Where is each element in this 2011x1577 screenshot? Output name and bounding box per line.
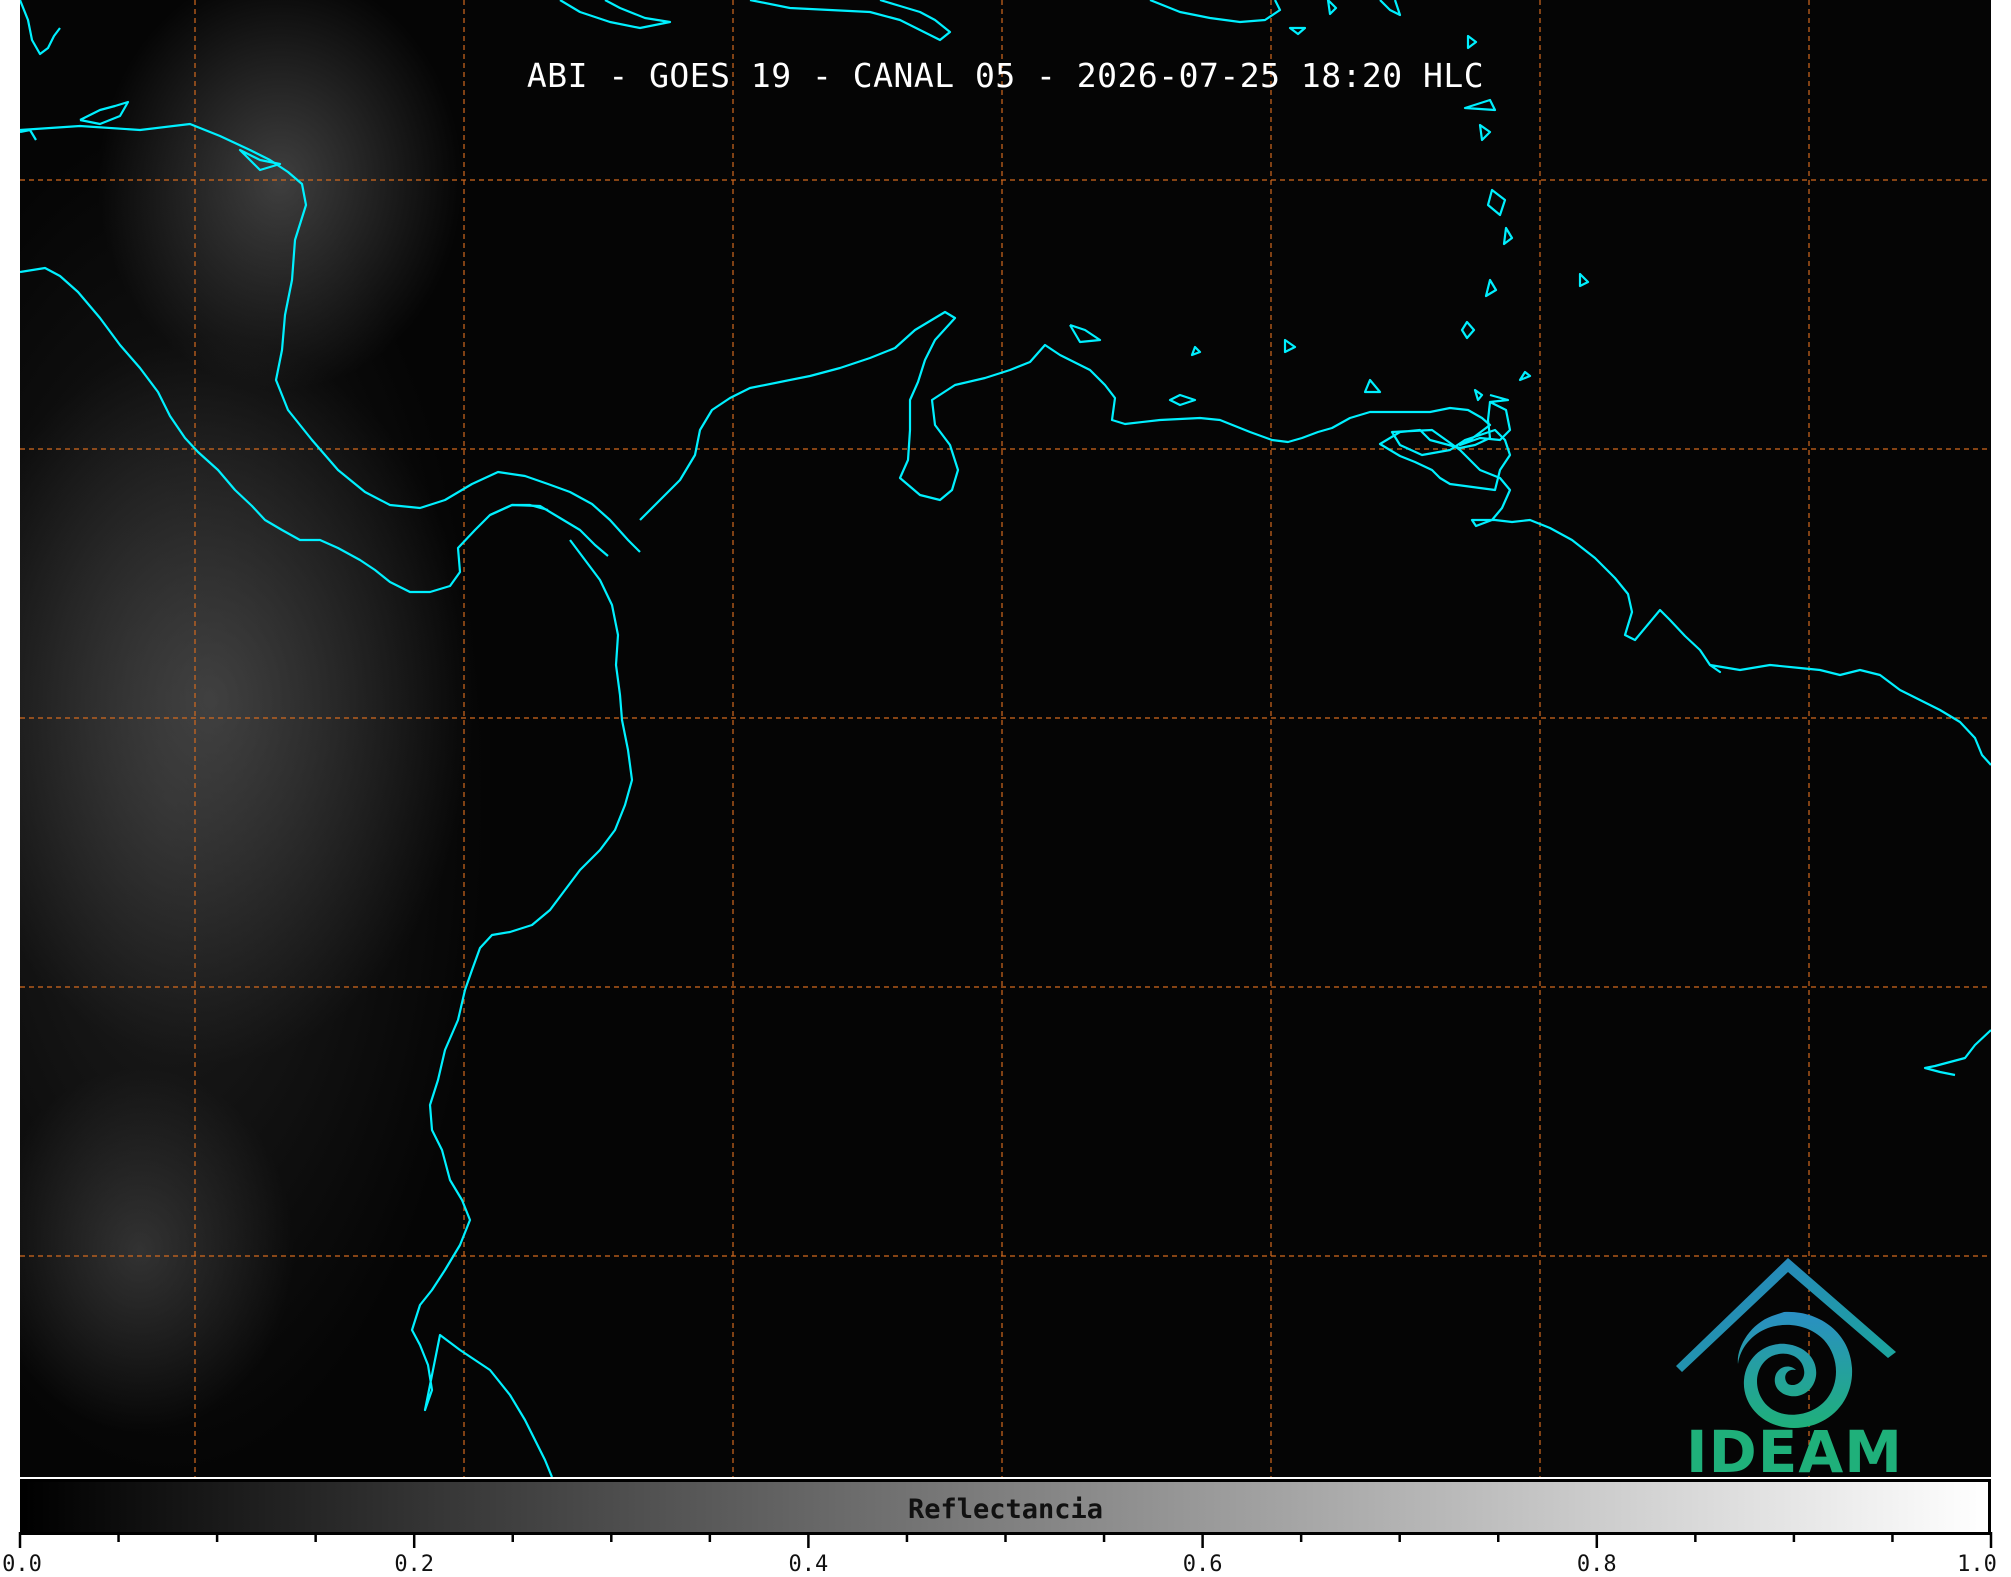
coastline-colombia-pacific (410, 539, 634, 1477)
coastline-panama (489, 503, 609, 557)
colorbar-tick-label: 0.0 (2, 1552, 42, 1577)
colorbar: Reflectancia (20, 1479, 1991, 1535)
colorbar-tick-label: 0.6 (1182, 1552, 1223, 1577)
colorbar-tick-label: 1.0 (1957, 1552, 1997, 1577)
colorbar-label: Reflectancia (907, 1494, 1104, 1525)
coastline-central-america-north (20, 122, 641, 553)
coastline-north-islands (559, 0, 1402, 42)
colorbar-tick-label: 0.8 (1576, 1552, 1617, 1577)
image-title: ABI - GOES 19 - CANAL 05 - 2026-07-25 18… (526, 56, 1485, 95)
colorbar-ticks (18, 1532, 1993, 1548)
coastline-venezuela (1378, 401, 1991, 766)
coastline-colombia-caribbean (639, 310, 1512, 521)
ideam-logo-text: IDEAM (1686, 1418, 1903, 1477)
colorbar-tick-label: 0.2 (394, 1552, 435, 1577)
coastline-guyana (1923, 1029, 1991, 1077)
colorbar-tick-label: 0.4 (788, 1552, 829, 1577)
satellite-map[interactable]: ABI - GOES 19 - CANAL 05 - 2026-07-25 18… (20, 0, 1991, 1477)
logo-swirl-icon (1737, 1311, 1853, 1428)
